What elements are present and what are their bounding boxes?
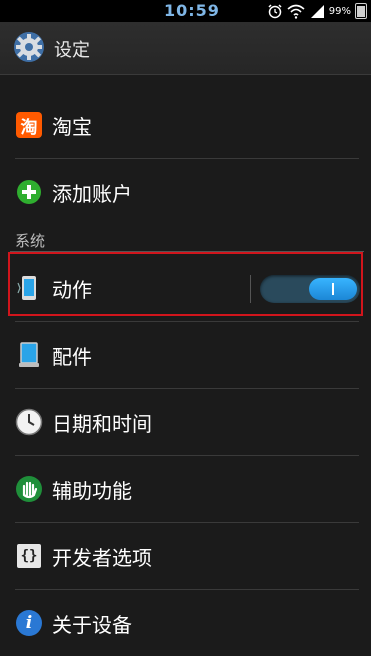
- section-header-system: 系统: [15, 232, 46, 250]
- settings-item-label: 关于设备: [52, 612, 132, 637]
- status-time: 10:59: [164, 1, 220, 20]
- settings-item-about-device[interactable]: i 关于设备: [0, 590, 371, 656]
- alarm-icon: [268, 4, 282, 19]
- settings-item-label: 添加账户: [52, 181, 132, 206]
- status-icons: 99%: [267, 2, 367, 20]
- wifi-icon: [287, 4, 305, 19]
- settings-item-taobao[interactable]: 淘 淘宝: [0, 92, 371, 158]
- page-title: 设定: [54, 40, 90, 61]
- settings-item-label: 开发者选项: [52, 545, 152, 570]
- battery-icon: [355, 3, 367, 19]
- settings-gear-icon[interactable]: [12, 30, 46, 64]
- clock-icon: [15, 408, 43, 436]
- settings-item-label: 辅助功能: [52, 478, 132, 503]
- accessibility-hand-icon: [15, 475, 43, 503]
- settings-item-developer-options[interactable]: {} 开发者选项: [0, 523, 371, 589]
- settings-item-add-account[interactable]: 添加账户: [0, 159, 371, 225]
- signal-icon: [310, 5, 324, 18]
- battery-percent: 99%: [328, 5, 351, 17]
- highlight-box: [8, 252, 363, 316]
- settings-item-accessory[interactable]: 配件: [0, 322, 371, 388]
- settings-item-label: 日期和时间: [52, 411, 152, 436]
- accessory-icon: [15, 341, 43, 369]
- developer-options-icon: {}: [15, 542, 43, 570]
- settings-item-label: 配件: [52, 344, 92, 369]
- action-bar: 设定: [0, 22, 371, 75]
- taobao-icon: 淘: [15, 111, 43, 139]
- settings-item-accessibility[interactable]: 辅助功能: [0, 456, 371, 522]
- status-bar: 10:59 99%: [0, 0, 371, 22]
- add-account-icon: [15, 178, 43, 206]
- settings-item-date-time[interactable]: 日期和时间: [0, 389, 371, 455]
- info-icon: i: [15, 609, 43, 637]
- settings-item-label: 淘宝: [52, 114, 92, 139]
